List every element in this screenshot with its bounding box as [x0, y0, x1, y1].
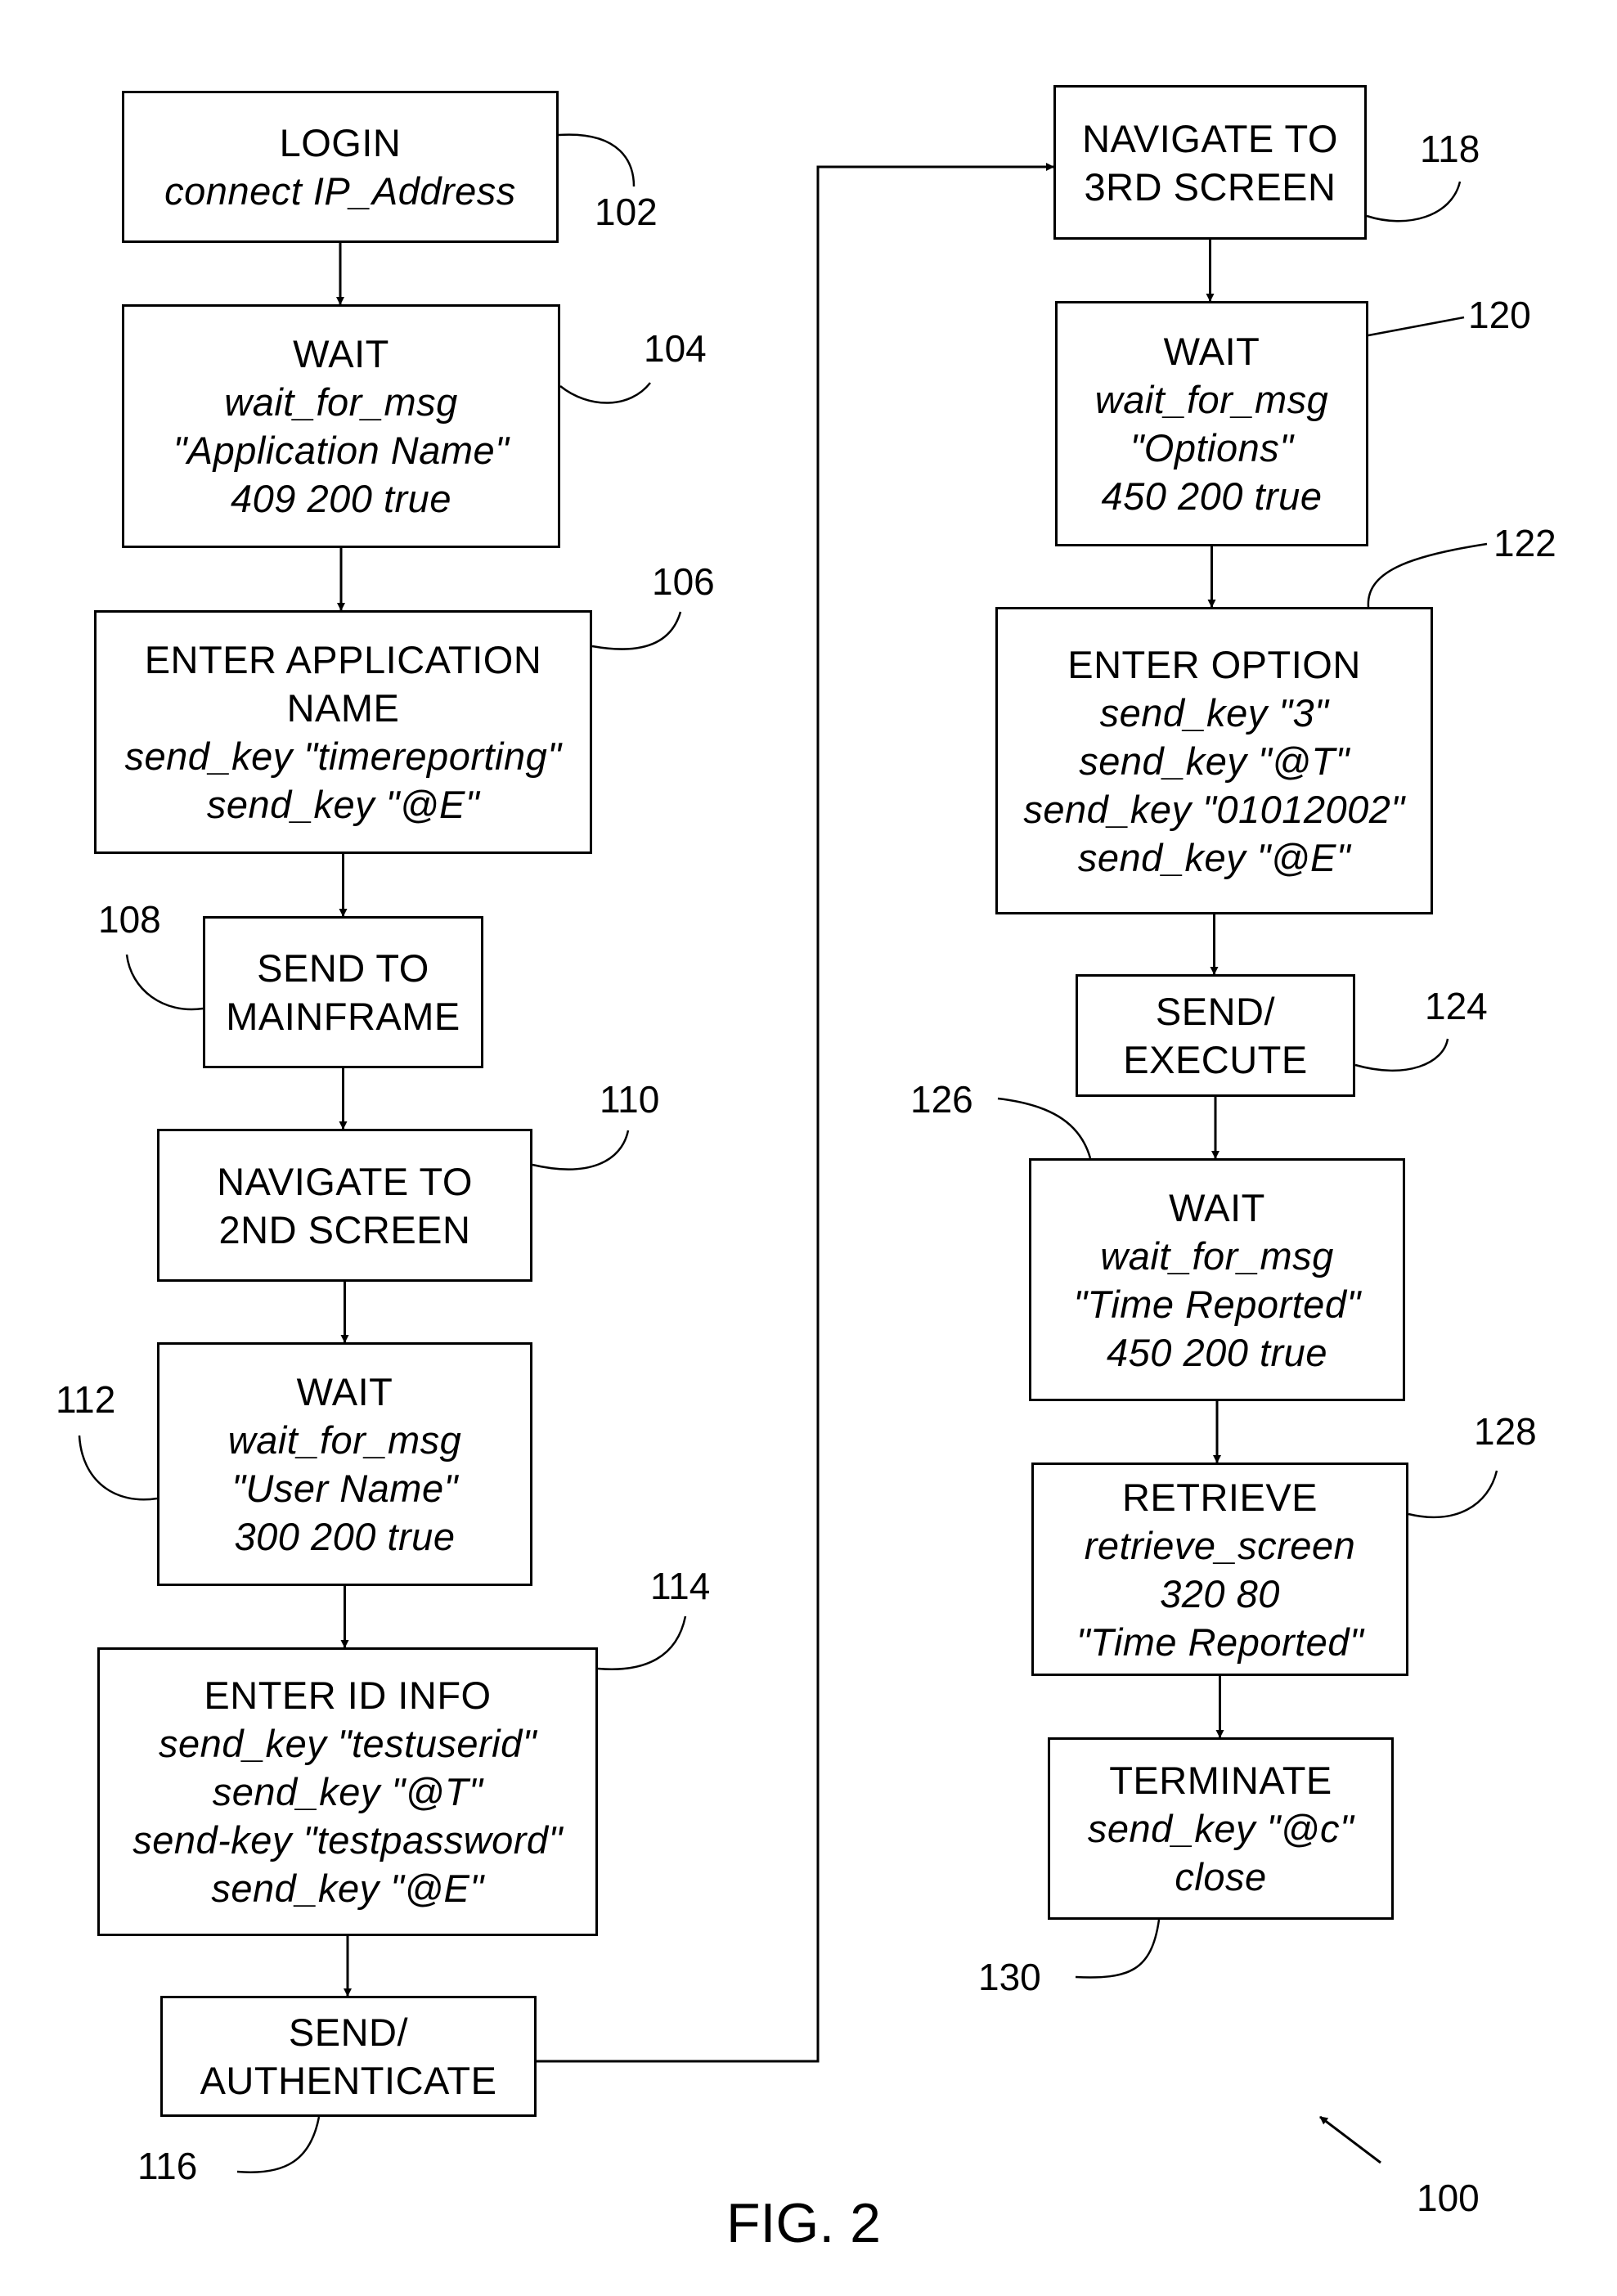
step-detail-line: wait_for_msg: [1094, 378, 1329, 421]
step-title-line: WAIT: [296, 1370, 393, 1413]
step-box-116: SEND/AUTHENTICATE: [160, 1996, 537, 2117]
step-detail-line: "User Name": [231, 1467, 458, 1510]
step-title-line: ENTER ID INFO: [204, 1674, 492, 1717]
step-title-line: NAME: [286, 686, 400, 730]
leader-line-122: [1367, 542, 1488, 608]
step-title-line: WAIT: [293, 332, 389, 375]
step-box-128: RETRIEVE retrieve_screen 320 80 "Time Repor…: [1031, 1463, 1408, 1676]
step-detail-line: send_key "@E": [206, 783, 480, 826]
step-box-126: WAIT wait_for_msg "Time Reported" 450 200 t…: [1029, 1158, 1405, 1401]
step-box-110: NAVIGATE TO 2ND SCREEN: [157, 1129, 532, 1282]
step-title-line: 3RD SCREEN: [1084, 164, 1336, 209]
step-detail-line: send_key "@c": [1087, 1807, 1354, 1850]
leader-line-130: [1075, 1919, 1161, 1979]
step-detail-line: send_key "@T": [212, 1770, 483, 1813]
figure-reference-label: 100: [1417, 2177, 1480, 2219]
step-detail-line: wait_for_msg: [227, 1418, 462, 1462]
step-box-108: SEND TO MAINFRAME: [203, 916, 483, 1068]
figure-caption: FIG. 2: [726, 2192, 881, 2254]
step-box-120: WAIT wait_for_msg "Options" 450 200 true: [1055, 301, 1368, 546]
step-title-line: RETRIEVE: [1121, 1475, 1318, 1519]
step-detail-line: send_key "@T": [1079, 739, 1350, 783]
reference-numeral-104: 104: [644, 327, 707, 370]
flowchart-canvas: LOGIN connect IP_Address WAIT wait_for_msg "…: [0, 0, 1617, 2296]
step-detail-line: send_key "3": [1099, 690, 1329, 735]
step-title-line: NAVIGATE TO: [1082, 116, 1338, 160]
leader-line-102: [558, 133, 636, 187]
step-title-line: EXECUTE: [1123, 1038, 1308, 1081]
step-detail-line: retrieve_screen: [1084, 1523, 1356, 1567]
leader-line-116: [236, 2116, 321, 2173]
leader-line-110: [532, 1130, 630, 1170]
step-detail-line: send-key "testpassword": [133, 1818, 563, 1862]
step-title-line: ENTER APPLICATION: [144, 638, 542, 681]
step-title-line: SEND TO: [257, 946, 429, 990]
reference-numeral-110: 110: [600, 1078, 660, 1121]
step-detail-line: 320 80: [1160, 1571, 1280, 1615]
step-title-line: WAIT: [1169, 1185, 1265, 1229]
leader-line-104: [559, 382, 651, 404]
step-box-102: LOGIN connect IP_Address: [122, 91, 559, 243]
step-box-104: WAIT wait_for_msg "Application Name" 409 20…: [122, 304, 560, 548]
step-title-line: SEND/: [288, 2011, 409, 2054]
step-detail-line: send_key "01012002": [1023, 787, 1405, 831]
step-title-line: LOGIN: [279, 121, 402, 164]
step-title-line: 2ND SCREEN: [218, 1207, 471, 1251]
step-title-line: NAVIGATE TO: [217, 1159, 473, 1203]
figure-reference-arrow: [1319, 2115, 1381, 2164]
step-detail-line: connect IP_Address: [164, 169, 516, 213]
reference-numeral-122: 122: [1493, 522, 1556, 564]
reference-numeral-106: 106: [652, 560, 715, 603]
step-box-114: ENTER ID INFO send_key "testuserid" send_k…: [97, 1647, 598, 1936]
step-title-line: WAIT: [1163, 330, 1260, 373]
step-detail-line: "Time Reported": [1076, 1620, 1364, 1664]
step-detail-line: "Time Reported": [1073, 1282, 1361, 1326]
reference-numeral-108: 108: [98, 898, 161, 941]
step-box-124: SEND/EXECUTE: [1076, 974, 1355, 1097]
reference-numeral-126: 126: [910, 1078, 973, 1121]
leader-line-114: [597, 1615, 687, 1670]
leader-line-112: [78, 1435, 158, 1501]
step-detail-line: 300 200 true: [234, 1515, 456, 1558]
leader-line-120: [1368, 316, 1465, 337]
step-title-line: AUTHENTICATE: [200, 2059, 497, 2102]
reference-numeral-130: 130: [978, 1956, 1041, 1998]
leader-line-108: [125, 954, 204, 1011]
reference-numeral-116: 116: [137, 2145, 198, 2187]
step-box-118: NAVIGATE TO 3RD SCREEN: [1053, 85, 1367, 240]
leader-line-106: [591, 611, 682, 650]
leader-line-128: [1408, 1470, 1498, 1519]
step-detail-line: send_key "timereporting": [124, 735, 562, 778]
step-detail-line: 409 200 true: [231, 477, 451, 520]
step-detail-line: wait_for_msg: [1100, 1233, 1334, 1278]
step-title-line: ENTER OPTION: [1067, 642, 1361, 686]
leader-line-118: [1366, 181, 1462, 222]
step-box-122: ENTER OPTION send_key "3" send_key "@T" sen…: [995, 607, 1433, 914]
reference-numeral-102: 102: [595, 191, 658, 233]
step-detail-line: send_key "testuserid": [159, 1722, 537, 1765]
step-box-130: TERMINATE send_key "@c" close: [1048, 1737, 1394, 1920]
step-detail-line: send_key "@E": [211, 1867, 484, 1910]
step-detail-line: "Application Name": [173, 429, 510, 472]
step-title-line: SEND/: [1155, 990, 1276, 1033]
reference-numeral-128: 128: [1474, 1410, 1537, 1453]
step-detail-line: send_key "@E": [1077, 835, 1351, 879]
reference-numeral-112: 112: [56, 1378, 116, 1421]
step-box-106: ENTER APPLICATION NAME send_key "timerepor…: [94, 610, 592, 854]
step-box-112: WAIT wait_for_msg "User Name" 300 200 true: [157, 1342, 532, 1586]
reference-numeral-120: 120: [1468, 294, 1531, 336]
reference-numeral-114: 114: [650, 1565, 711, 1607]
leader-line-126: [997, 1097, 1092, 1159]
step-detail-line: close: [1175, 1855, 1267, 1898]
step-detail-line: wait_for_msg: [224, 380, 458, 424]
step-detail-line: "Options": [1130, 426, 1294, 470]
step-detail-line: 450 200 true: [1107, 1330, 1327, 1374]
reference-numeral-124: 124: [1425, 985, 1488, 1027]
step-title-line: TERMINATE: [1109, 1759, 1332, 1802]
step-title-line: MAINFRAME: [226, 995, 460, 1038]
reference-numeral-118: 118: [1420, 128, 1480, 170]
leader-line-124: [1354, 1038, 1449, 1072]
step-detail-line: 450 200 true: [1101, 474, 1323, 518]
